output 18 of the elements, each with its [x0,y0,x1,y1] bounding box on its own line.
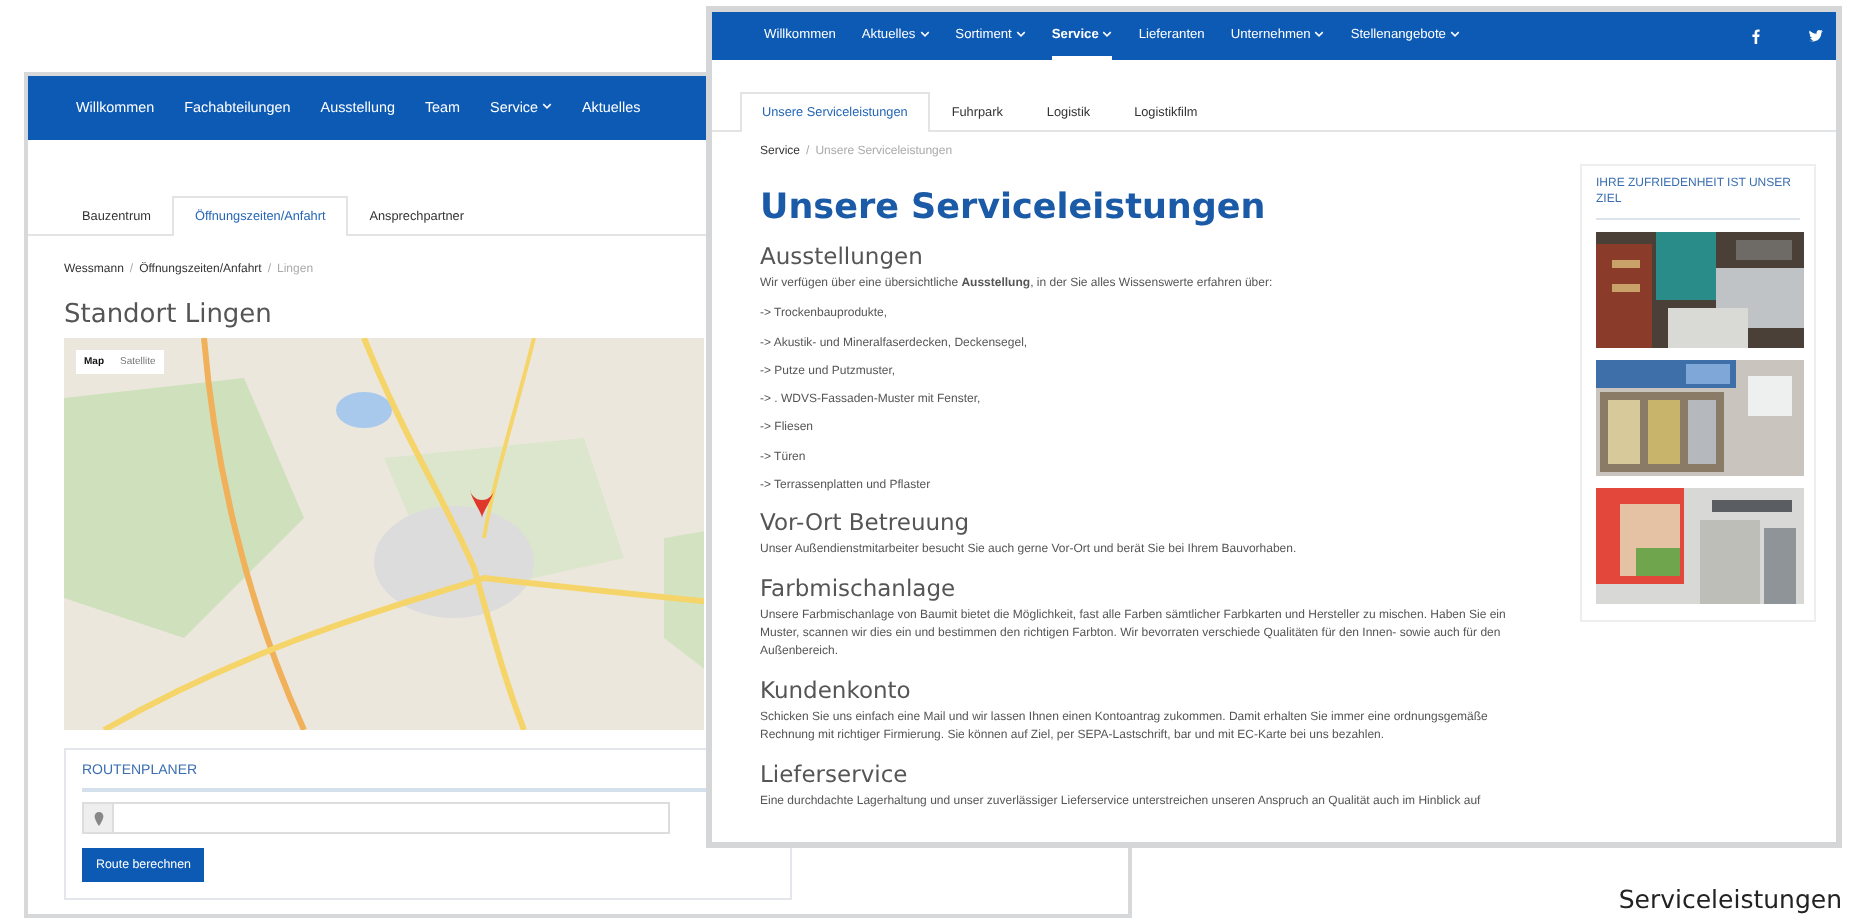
bird-icon[interactable] [1808,28,1824,44]
section-heading: Kundenkonto [760,676,913,705]
chevron-down-icon [542,102,553,110]
section-heading: Farbmischanlage [760,574,958,603]
pin-icon [93,811,103,825]
chevron-down-icon [919,30,930,38]
section-heading: Ausstellungen [760,242,925,270]
chevron-down-icon [1015,30,1026,38]
page-heading: Standort Lingen [64,300,272,330]
chevron-down-icon [1102,30,1113,38]
chevron-down-icon [1449,30,1460,38]
chevron-down-icon [1314,30,1325,38]
social-f-icon[interactable] [1746,28,1762,44]
page-title: Unsere Serviceleistungen [760,188,1268,228]
section-heading: Vor-Ort Betreuung [760,508,972,537]
address-input-field[interactable] [82,802,670,834]
caption: Serviceleistungen [1618,884,1842,914]
section-heading: Lieferservice [760,760,910,789]
